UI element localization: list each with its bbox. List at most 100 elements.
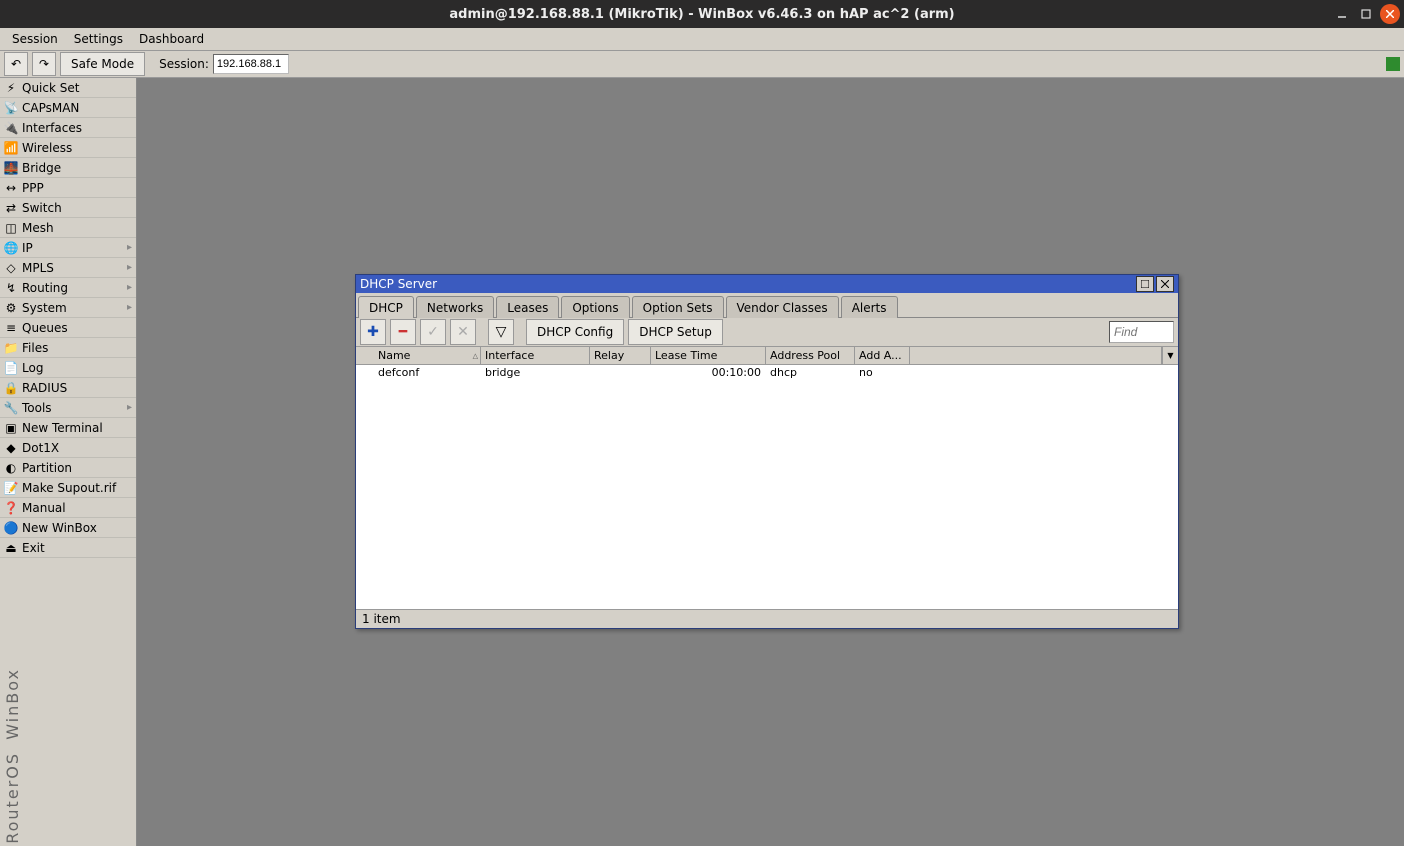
sidebar-item-quick-set[interactable]: ⚡Quick Set [0, 78, 136, 98]
enable-button[interactable]: ✓ [420, 319, 446, 345]
chevron-right-icon: ▸ [127, 302, 132, 313]
tab-dhcp[interactable]: DHCP [358, 296, 414, 318]
sidebar-item-label: Switch [22, 201, 62, 215]
dhcp-setup-button[interactable]: DHCP Setup [628, 319, 723, 345]
main-toolbar: ↶ ↷ Safe Mode Session: [0, 51, 1404, 78]
column-header-relay[interactable]: Relay [590, 347, 651, 364]
sidebar-item-dot1x[interactable]: ◆ Dot1X [0, 438, 136, 458]
undo-button[interactable]: ↶ [4, 52, 28, 76]
exit-icon: ⏏ [4, 541, 18, 555]
funnel-icon: ▽ [496, 324, 507, 340]
sidebar-item-log[interactable]: 📄Log [0, 358, 136, 378]
sidebar-item-mesh[interactable]: ◫ Mesh [0, 218, 136, 238]
bridge-icon: 🌉 [4, 161, 18, 175]
dhcp-config-button[interactable]: DHCP Config [526, 319, 624, 345]
grid-body[interactable]: defconfbridge00:10:00dhcpno [356, 365, 1178, 609]
window-maximize-button[interactable] [1136, 276, 1154, 292]
sidebar-item-label: PPP [22, 181, 44, 195]
sidebar-item-make-supout-rif[interactable]: 📝Make Supout.rif [0, 478, 136, 498]
menu-dashboard[interactable]: Dashboard [131, 30, 212, 48]
window-close-button[interactable] [1156, 276, 1174, 292]
mesh-icon: ◫ [4, 221, 18, 235]
menu-settings[interactable]: Settings [66, 30, 131, 48]
sidebar-item-ppp[interactable]: ↔PPP [0, 178, 136, 198]
sidebar-item-interfaces[interactable]: 🔌Interfaces [0, 118, 136, 138]
columns-dropdown-button[interactable]: ▼ [1162, 347, 1178, 364]
sidebar-item-mpls[interactable]: ◇MPLS▸ [0, 258, 136, 278]
chevron-right-icon: ▸ [127, 262, 132, 273]
sidebar-item-label: Make Supout.rif [22, 481, 116, 495]
menu-session[interactable]: Session [4, 30, 66, 48]
sidebar-item-radius[interactable]: 🔒RADIUS [0, 378, 136, 398]
wireless-icon: 📶 [4, 141, 18, 155]
sidebar-item-exit[interactable]: ⏏Exit [0, 538, 136, 558]
manual-icon: ❓ [4, 501, 18, 515]
os-maximize-button[interactable] [1356, 4, 1376, 24]
column-header-lease-time[interactable]: Lease Time [651, 347, 766, 364]
tab-option-sets[interactable]: Option Sets [632, 296, 724, 318]
sidebar-item-ip[interactable]: 🌐IP▸ [0, 238, 136, 258]
minus-icon: ━ [399, 324, 407, 340]
undo-icon: ↶ [11, 58, 21, 70]
sidebar-item-capsman[interactable]: 📡CAPsMAN [0, 98, 136, 118]
tab-networks[interactable]: Networks [416, 296, 494, 318]
window-toolbar: ✚ ━ ✓ ✕ ▽ DHCP Config DHCP Setup [356, 318, 1178, 347]
main-content: ⚡Quick Set📡CAPsMAN🔌Interfaces 📶 Wireless 🌉B… [0, 78, 1404, 846]
add-button[interactable]: ✚ [360, 319, 386, 345]
cell: no [855, 365, 910, 380]
column-header-add-a-[interactable]: Add A... [855, 347, 910, 364]
window-title: DHCP Server [360, 277, 437, 291]
remove-button[interactable]: ━ [390, 319, 416, 345]
sidebar-item-label: Files [22, 341, 48, 355]
check-icon: ✓ [427, 324, 439, 340]
sidebar-item-wireless[interactable]: 📶 Wireless [0, 138, 136, 158]
sidebar-item-label: Mesh [22, 221, 54, 235]
sidebar-item-routing[interactable]: ↯Routing▸ [0, 278, 136, 298]
tab-options[interactable]: Options [561, 296, 629, 318]
sidebar-item-label: New WinBox [22, 521, 97, 535]
sidebar-item-label: New Terminal [22, 421, 103, 435]
cell: 00:10:00 [651, 365, 766, 380]
tab-vendor-classes[interactable]: Vendor Classes [726, 296, 839, 318]
disable-button[interactable]: ✕ [450, 319, 476, 345]
find-input[interactable] [1109, 321, 1174, 343]
new-terminal-icon: ▣ [4, 421, 18, 435]
column-header-interface[interactable]: Interface [481, 347, 590, 364]
quick-set-icon: ⚡ [4, 81, 18, 95]
sidebar-item-new-winbox[interactable]: 🔵New WinBox [0, 518, 136, 538]
window-titlebar[interactable]: DHCP Server [356, 275, 1178, 293]
safe-mode-button[interactable]: Safe Mode [60, 52, 145, 76]
column-header-name[interactable]: Name△ [374, 347, 481, 364]
sidebar-item-label: Dot1X [22, 441, 59, 455]
redo-button[interactable]: ↷ [32, 52, 56, 76]
sidebar-brand-bottom: RouterOS [3, 752, 22, 844]
sidebar-item-queues[interactable]: ≡Queues [0, 318, 136, 338]
interfaces-icon: 🔌 [4, 121, 18, 135]
sidebar-item-label: Wireless [22, 141, 72, 155]
session-address-input[interactable] [213, 54, 289, 74]
tab-alerts[interactable]: Alerts [841, 296, 898, 318]
sidebar-item-new-terminal[interactable]: ▣ New Terminal [0, 418, 136, 438]
tab-leases[interactable]: Leases [496, 296, 559, 318]
sidebar-item-switch[interactable]: ⇄Switch [0, 198, 136, 218]
sidebar-item-files[interactable]: 📁Files [0, 338, 136, 358]
table-row[interactable]: defconfbridge00:10:00dhcpno [356, 365, 1178, 380]
column-header-address-pool[interactable]: Address Pool [766, 347, 855, 364]
window-tabs: DHCPNetworksLeasesOptionsOption SetsVend… [356, 293, 1178, 318]
sidebar-item-label: System [22, 301, 67, 315]
os-close-button[interactable] [1380, 4, 1400, 24]
os-minimize-button[interactable] [1332, 4, 1352, 24]
sidebar-item-bridge[interactable]: 🌉Bridge [0, 158, 136, 178]
filter-button[interactable]: ▽ [488, 319, 514, 345]
status-indicator-icon [1386, 57, 1400, 71]
session-label: Session: [159, 57, 209, 71]
dot1x-icon: ◆ [4, 441, 18, 455]
sidebar-item-manual[interactable]: ❓Manual [0, 498, 136, 518]
status-item-count: 1 item [362, 612, 401, 626]
chevron-right-icon: ▸ [127, 242, 132, 253]
sidebar-item-label: Queues [22, 321, 68, 335]
sidebar-item-tools[interactable]: 🔧Tools▸ [0, 398, 136, 418]
sidebar-item-system[interactable]: ⚙System▸ [0, 298, 136, 318]
mdi-desktop: DHCP Server DHCPNetworksLeasesOptionsOpt… [137, 78, 1404, 846]
sidebar-item-partition[interactable]: ◐Partition [0, 458, 136, 478]
